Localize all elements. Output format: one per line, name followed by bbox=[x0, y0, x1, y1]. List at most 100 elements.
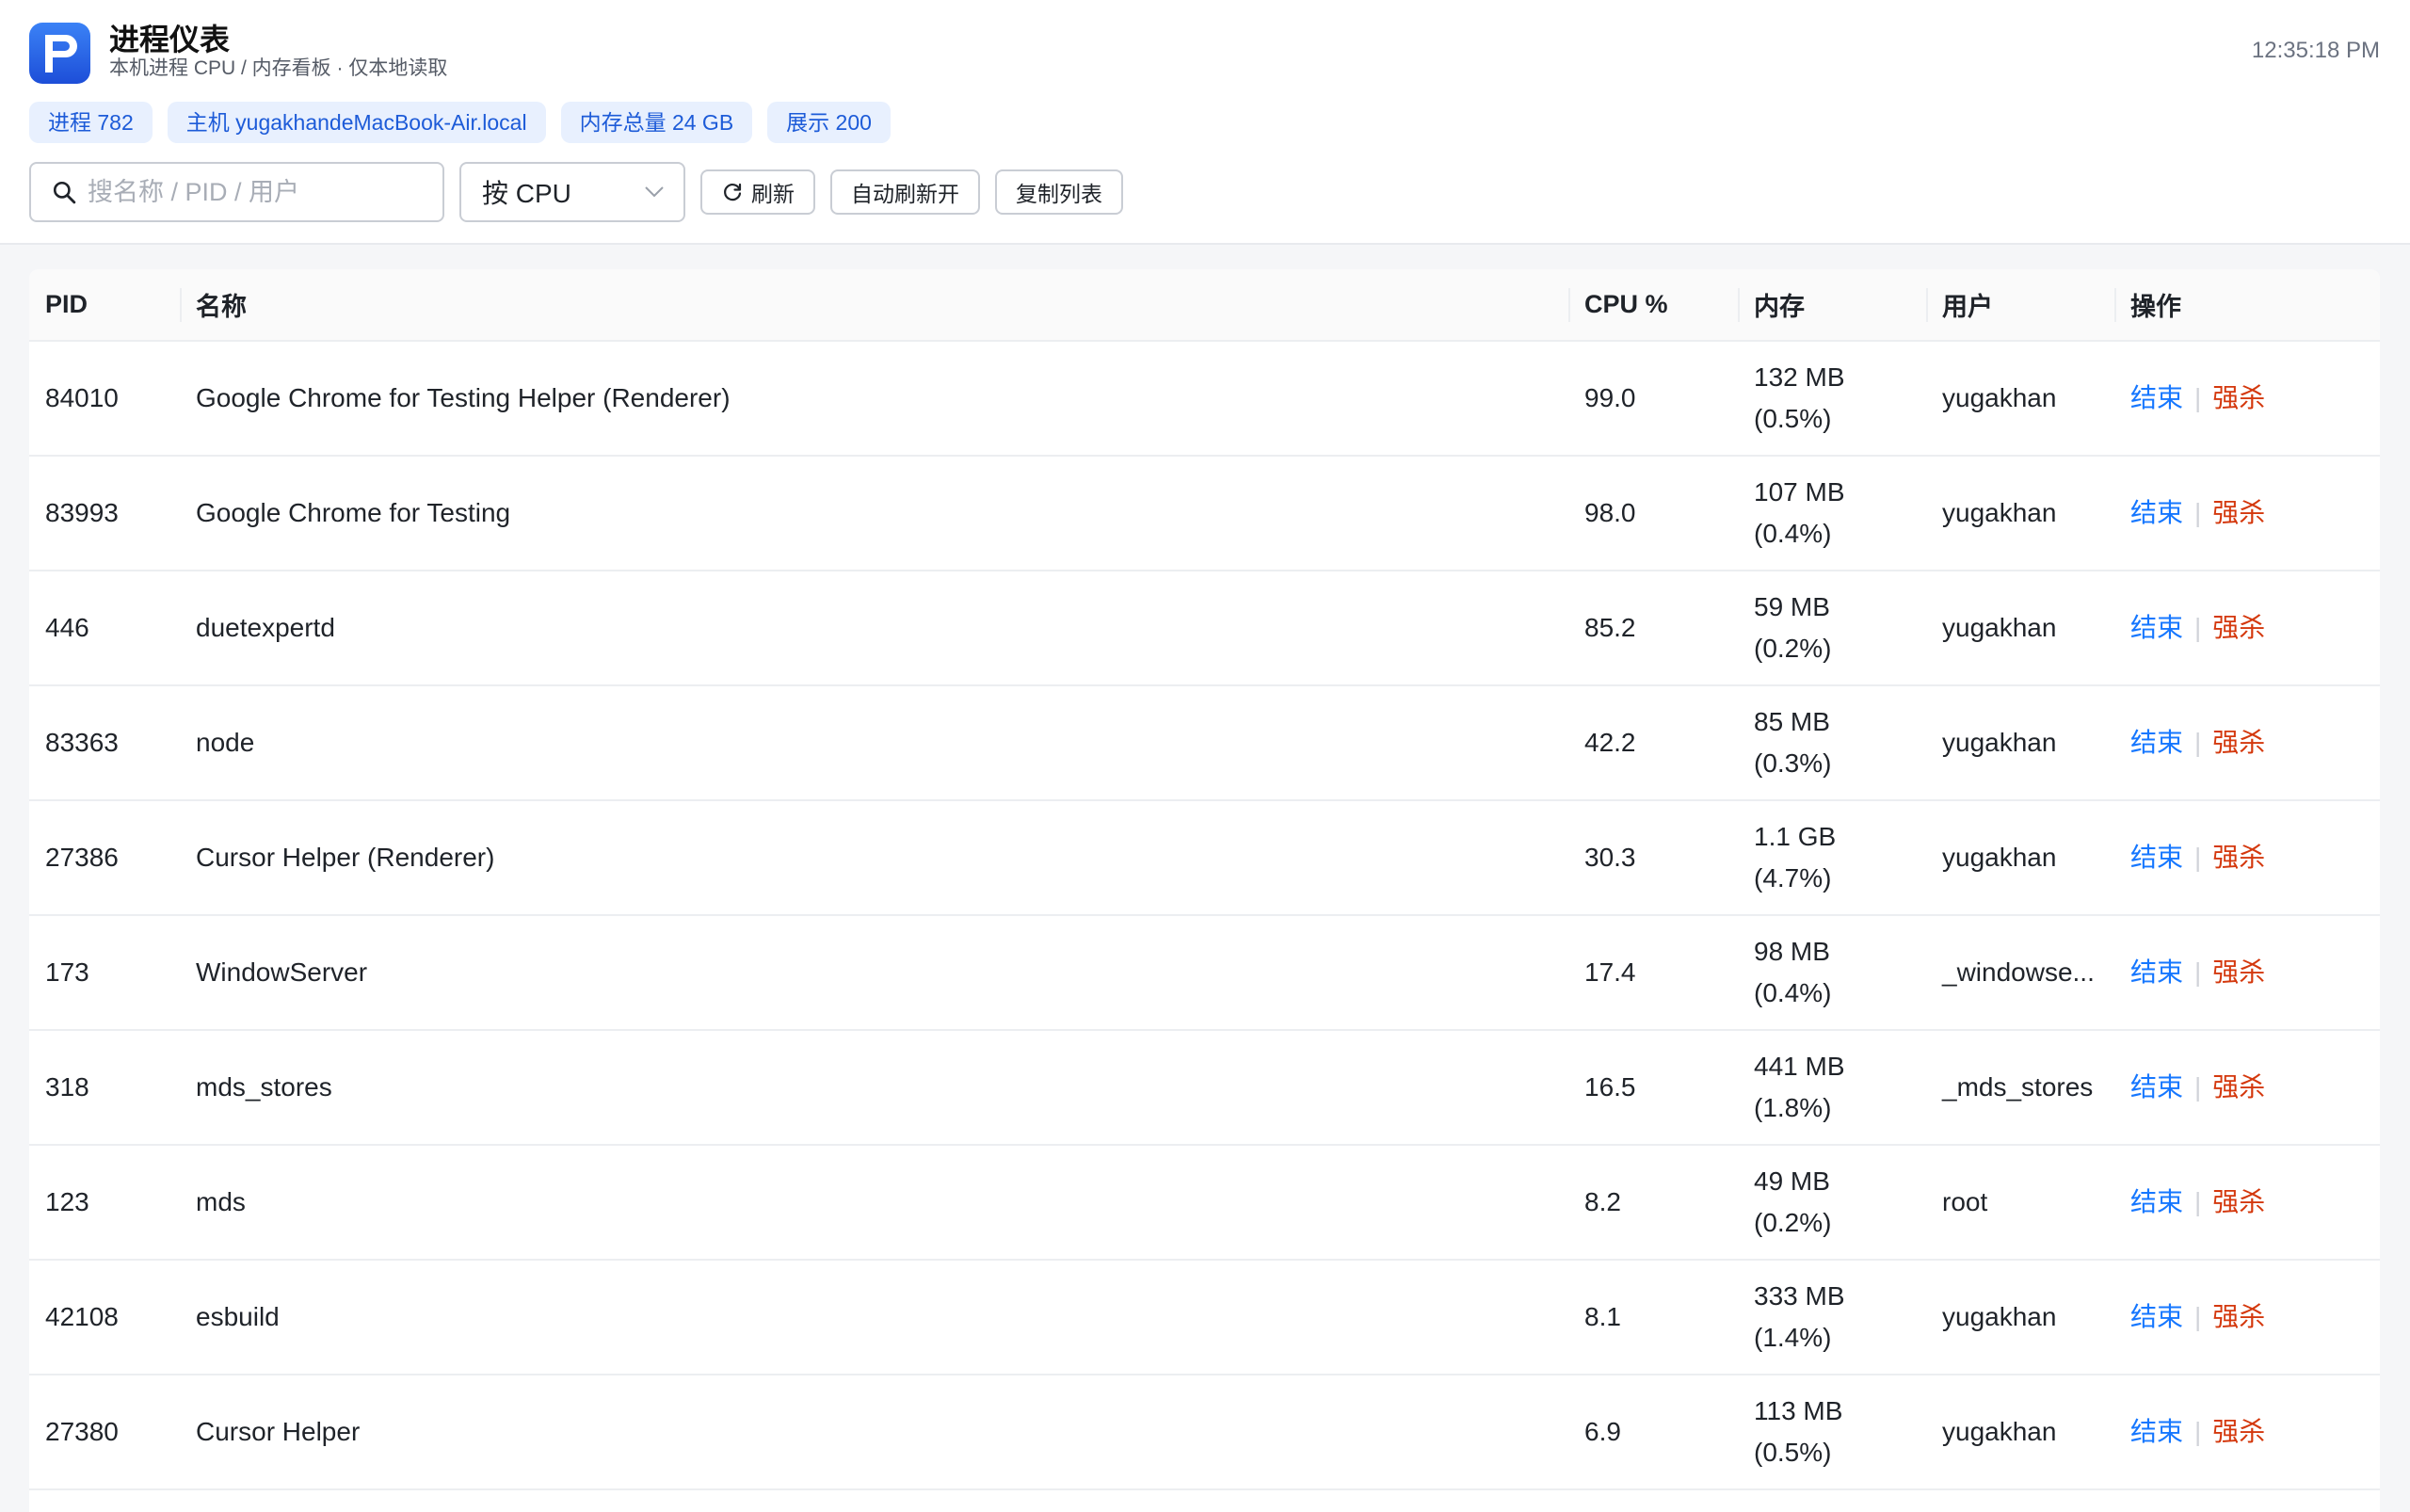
action-separator: | bbox=[2194, 1302, 2202, 1331]
column-header-cpu[interactable]: CPU % bbox=[1568, 269, 1738, 342]
refresh-button[interactable]: 刷新 bbox=[700, 169, 815, 215]
cell-name: Cursor Helper (Renderer) bbox=[180, 800, 1568, 916]
cell-memory: 1.1 GB (4.7%) bbox=[1738, 800, 1926, 916]
refresh-icon bbox=[724, 183, 742, 201]
cell-actions: 结束 | 强杀 bbox=[2114, 1030, 2380, 1146]
memory-percent: (1.4%) bbox=[1754, 1323, 1832, 1352]
process-table: PID 名称 CPU % 内存 用户 操作 84010 Google Chrom… bbox=[29, 269, 2380, 1490]
force-kill-link[interactable]: 强杀 bbox=[2212, 1072, 2265, 1102]
sort-select[interactable]: 按 CPU bbox=[459, 162, 685, 222]
cell-memory: 107 MB (0.4%) bbox=[1738, 456, 1926, 571]
copy-list-label: 复制列表 bbox=[1016, 182, 1102, 206]
end-process-link[interactable]: 结束 bbox=[2130, 383, 2183, 412]
end-process-link[interactable]: 结束 bbox=[2130, 498, 2183, 527]
table-row: 83993 Google Chrome for Testing 98.0 107… bbox=[29, 456, 2380, 571]
end-process-link[interactable]: 结束 bbox=[2130, 728, 2183, 757]
cell-name: Cursor Helper bbox=[180, 1375, 1568, 1490]
cell-user: yugakhan bbox=[1926, 571, 2114, 686]
memory-value: 49 MB bbox=[1754, 1166, 1830, 1196]
force-kill-link[interactable]: 强杀 bbox=[2212, 957, 2265, 987]
memory-percent: (4.7%) bbox=[1754, 863, 1832, 893]
search-box[interactable] bbox=[29, 162, 444, 222]
force-kill-link[interactable]: 强杀 bbox=[2212, 1417, 2265, 1446]
search-input[interactable] bbox=[86, 176, 425, 208]
cell-pid: 27386 bbox=[29, 800, 180, 916]
force-kill-link[interactable]: 强杀 bbox=[2212, 383, 2265, 412]
cell-name: esbuild bbox=[180, 1260, 1568, 1375]
table-row: 27386 Cursor Helper (Renderer) 30.3 1.1 … bbox=[29, 800, 2380, 916]
column-header-actions: 操作 bbox=[2114, 269, 2380, 342]
cell-user: yugakhan bbox=[1926, 341, 2114, 457]
end-process-link[interactable]: 结束 bbox=[2130, 613, 2183, 642]
cell-actions: 结束 | 强杀 bbox=[2114, 685, 2380, 801]
cell-user: _mds_stores bbox=[1926, 1030, 2114, 1146]
memory-percent: (0.4%) bbox=[1754, 519, 1832, 548]
cell-actions: 结束 | 强杀 bbox=[2114, 800, 2380, 916]
memory-value: 59 MB bbox=[1754, 592, 1830, 621]
force-kill-link[interactable]: 强杀 bbox=[2212, 1302, 2265, 1331]
cell-cpu: 8.1 bbox=[1568, 1260, 1738, 1375]
action-separator: | bbox=[2194, 1417, 2202, 1446]
memory-value: 85 MB bbox=[1754, 707, 1830, 736]
cell-actions: 结束 | 强杀 bbox=[2114, 571, 2380, 686]
badge-total-memory: 内存总量 24 GB bbox=[560, 102, 753, 143]
end-process-link[interactable]: 结束 bbox=[2130, 1072, 2183, 1102]
copy-list-button[interactable]: 复制列表 bbox=[995, 169, 1123, 215]
table-row: 446 duetexpertd 85.2 59 MB (0.2%) yugakha… bbox=[29, 571, 2380, 686]
cell-cpu: 98.0 bbox=[1568, 456, 1738, 571]
memory-percent: (0.2%) bbox=[1754, 1208, 1832, 1237]
force-kill-link[interactable]: 强杀 bbox=[2212, 728, 2265, 757]
force-kill-link[interactable]: 强杀 bbox=[2212, 613, 2265, 642]
end-process-link[interactable]: 结束 bbox=[2130, 1187, 2183, 1216]
refresh-label: 刷新 bbox=[751, 182, 795, 206]
force-kill-link[interactable]: 强杀 bbox=[2212, 1187, 2265, 1216]
cell-actions: 结束 | 强杀 bbox=[2114, 1145, 2380, 1261]
memory-value: 132 MB bbox=[1754, 362, 1845, 392]
process-table-card: PID 名称 CPU % 内存 用户 操作 84010 Google Chrom… bbox=[29, 269, 2380, 1512]
cell-pid: 173 bbox=[29, 915, 180, 1031]
table-row: 84010 Google Chrome for Testing Helper (… bbox=[29, 341, 2380, 457]
end-process-link[interactable]: 结束 bbox=[2130, 1302, 2183, 1331]
chevron-down-icon bbox=[645, 186, 664, 198]
cell-user: _windowse... bbox=[1926, 915, 2114, 1031]
cell-memory: 132 MB (0.5%) bbox=[1738, 341, 1926, 457]
cell-cpu: 85.2 bbox=[1568, 571, 1738, 686]
column-header-pid[interactable]: PID bbox=[29, 269, 180, 342]
cell-user: yugakhan bbox=[1926, 1260, 2114, 1375]
end-process-link[interactable]: 结束 bbox=[2130, 957, 2183, 987]
sort-select-value: 按 CPU bbox=[482, 179, 571, 208]
cell-actions: 结束 | 强杀 bbox=[2114, 341, 2380, 457]
badge-shown-count: 展示 200 bbox=[767, 102, 891, 143]
memory-value: 1.1 GB bbox=[1754, 822, 1837, 851]
table-row: 27380 Cursor Helper 6.9 113 MB (0.5%) yug… bbox=[29, 1375, 2380, 1490]
table-header-row: PID 名称 CPU % 内存 用户 操作 bbox=[29, 269, 2380, 342]
action-separator: | bbox=[2194, 613, 2202, 642]
cell-user: yugakhan bbox=[1926, 800, 2114, 916]
cell-name: mds_stores bbox=[180, 1030, 1568, 1146]
cell-memory: 113 MB (0.5%) bbox=[1738, 1375, 1926, 1490]
column-header-name[interactable]: 名称 bbox=[180, 269, 1568, 342]
end-process-link[interactable]: 结束 bbox=[2130, 843, 2183, 872]
auto-refresh-toggle[interactable]: 自动刷新开 bbox=[830, 169, 980, 215]
memory-percent: (1.8%) bbox=[1754, 1093, 1832, 1122]
table-row: 42108 esbuild 8.1 333 MB (1.4%) yugakhan … bbox=[29, 1260, 2380, 1375]
search-icon bbox=[53, 181, 76, 204]
cell-name: Google Chrome for Testing Helper (Render… bbox=[180, 341, 1568, 457]
cell-cpu: 30.3 bbox=[1568, 800, 1738, 916]
column-header-user[interactable]: 用户 bbox=[1926, 269, 2114, 342]
cell-cpu: 16.5 bbox=[1568, 1030, 1738, 1146]
cell-memory: 98 MB (0.4%) bbox=[1738, 915, 1926, 1031]
cell-pid: 84010 bbox=[29, 341, 180, 457]
end-process-link[interactable]: 结束 bbox=[2130, 1417, 2183, 1446]
cell-actions: 结束 | 强杀 bbox=[2114, 456, 2380, 571]
force-kill-link[interactable]: 强杀 bbox=[2212, 843, 2265, 872]
cell-cpu: 99.0 bbox=[1568, 341, 1738, 457]
cell-actions: 结束 | 强杀 bbox=[2114, 1375, 2380, 1490]
force-kill-link[interactable]: 强杀 bbox=[2212, 498, 2265, 527]
cell-pid: 83993 bbox=[29, 456, 180, 571]
action-separator: | bbox=[2194, 728, 2202, 757]
memory-value: 441 MB bbox=[1754, 1052, 1845, 1081]
column-header-memory[interactable]: 内存 bbox=[1738, 269, 1926, 342]
table-row: 83363 node 42.2 85 MB (0.3%) yugakhan 结束 |… bbox=[29, 685, 2380, 801]
badge-host: 主机 yugakhandeMacBook-Air.local bbox=[167, 102, 546, 143]
